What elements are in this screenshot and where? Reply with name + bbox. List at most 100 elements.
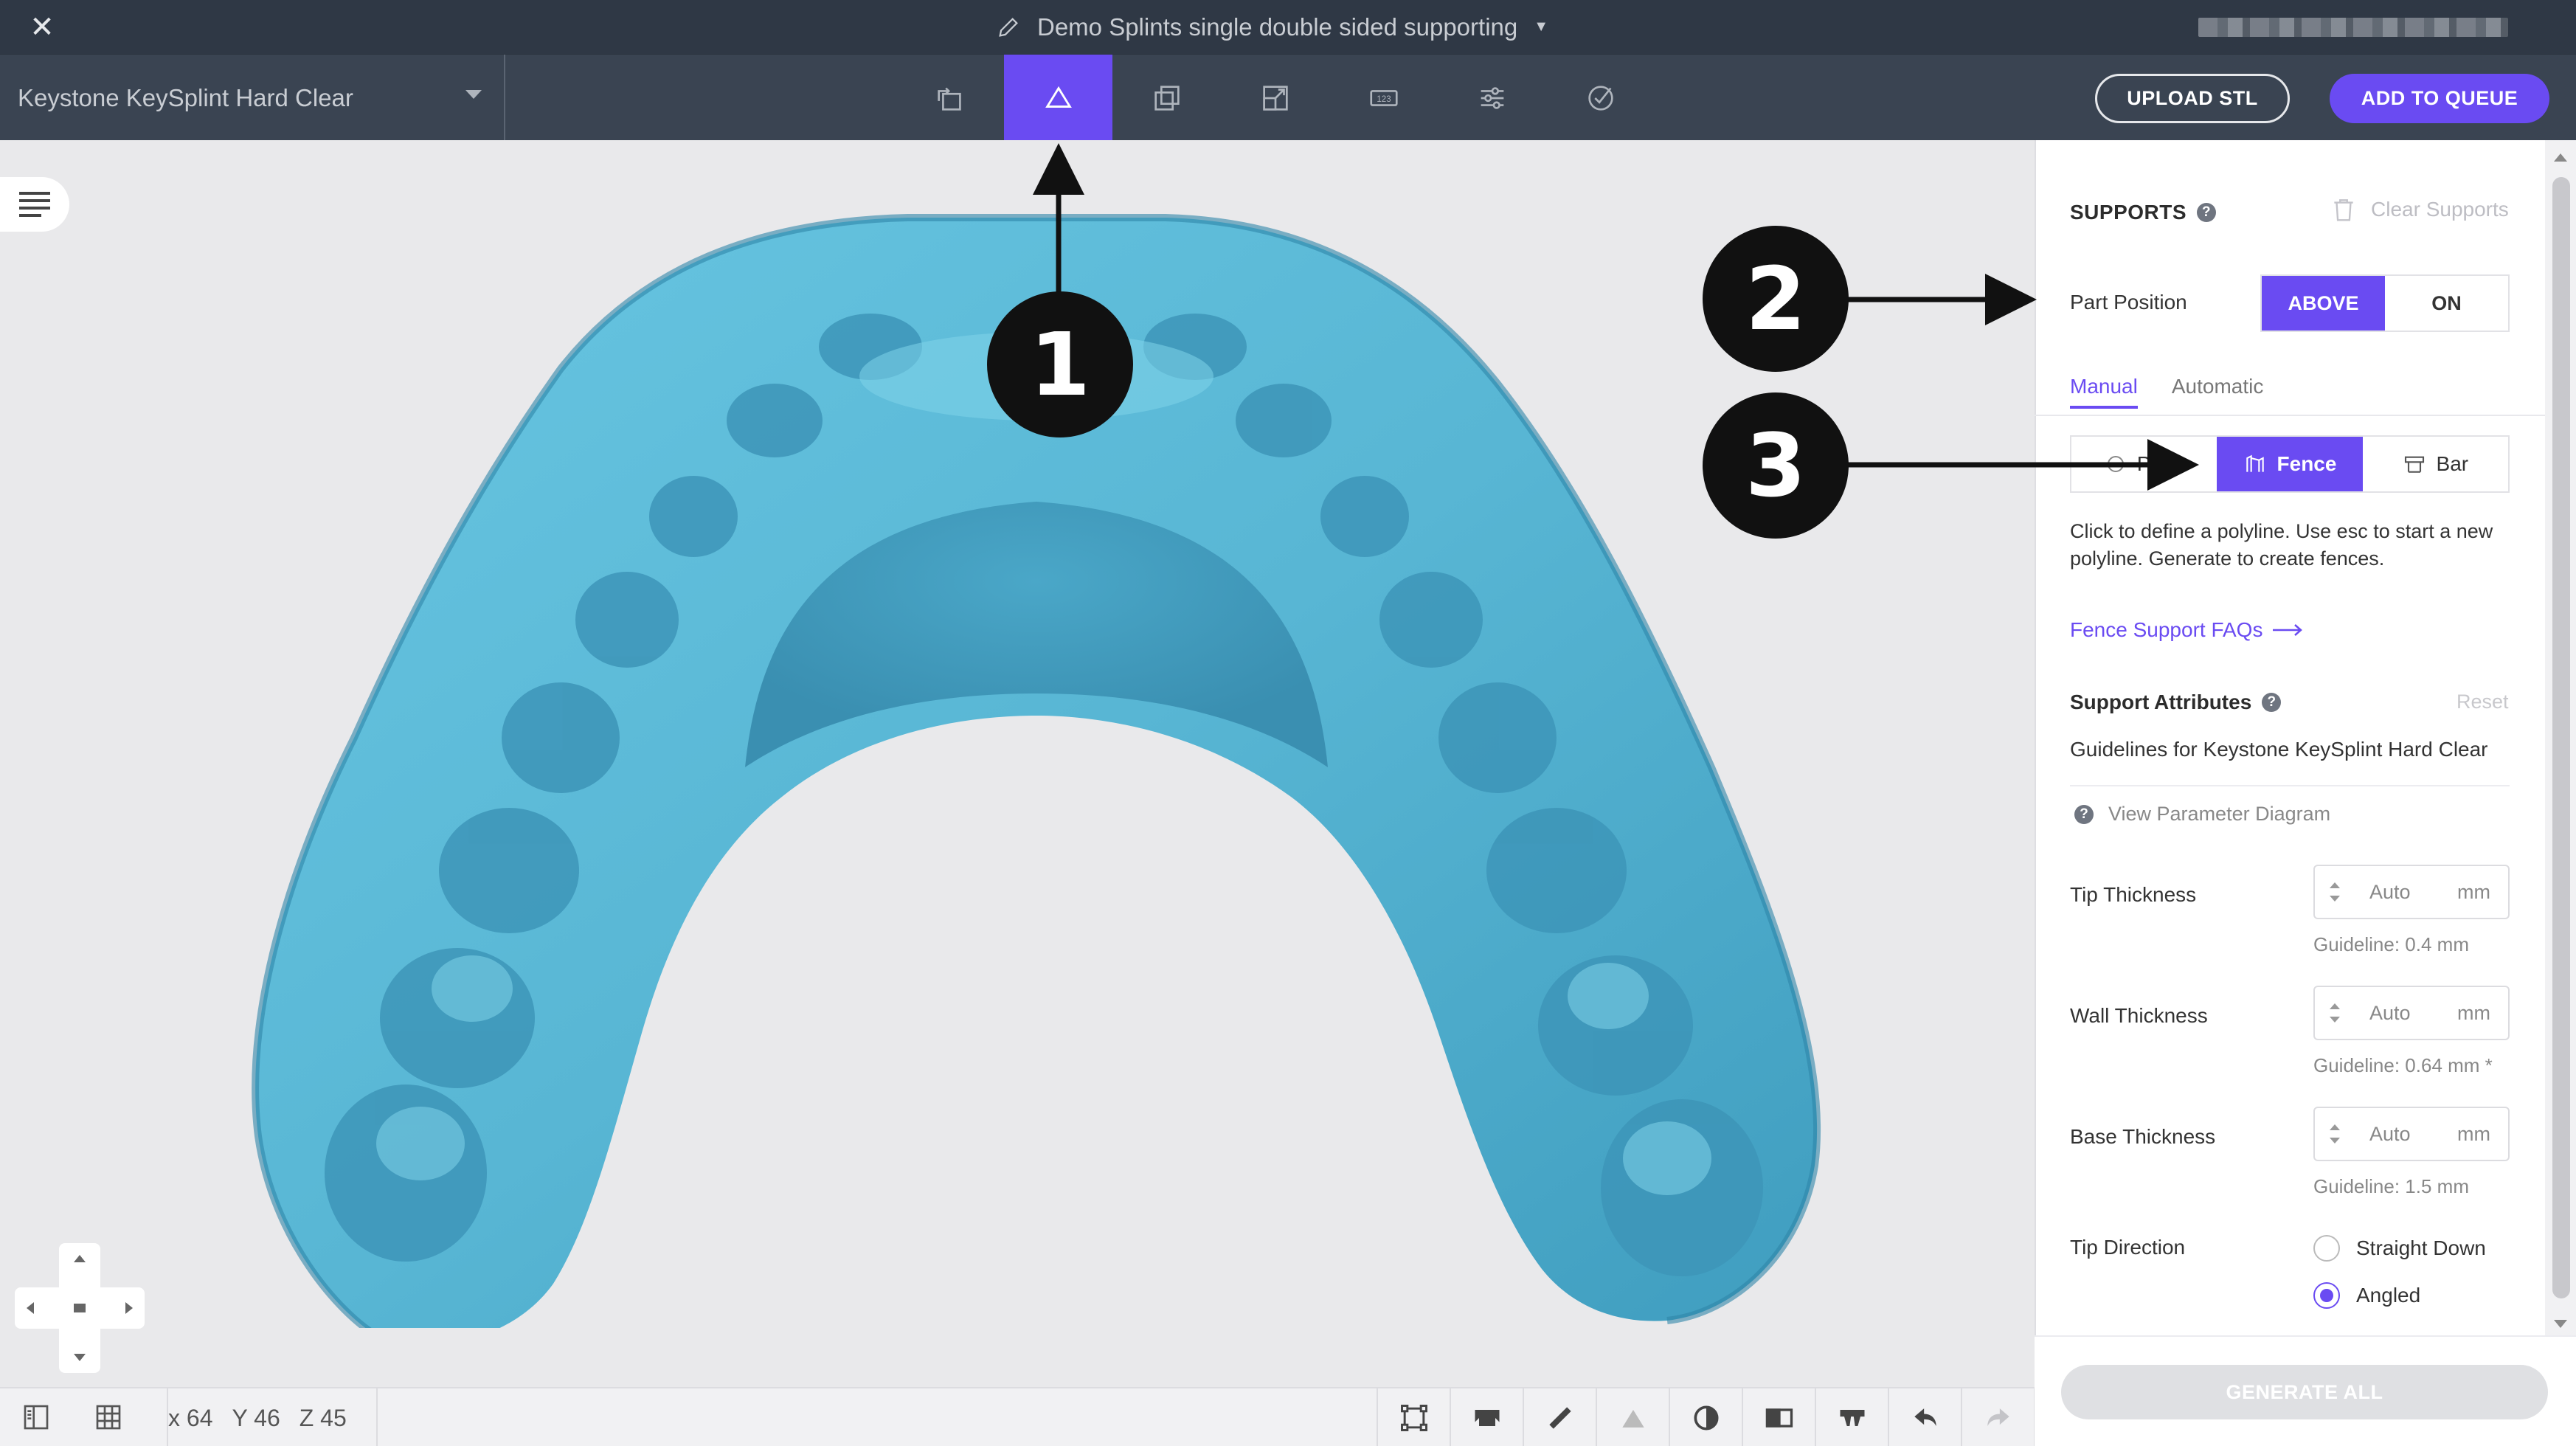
stepper-icon[interactable] xyxy=(2315,1124,2355,1144)
workflow-tools: 123 xyxy=(896,55,1655,141)
orient-tool-button[interactable] xyxy=(896,55,1004,141)
wall-thickness-value: Auto xyxy=(2369,1001,2411,1024)
material-select[interactable]: Keystone KeySplint Hard Clear xyxy=(0,55,505,141)
type-bar-button[interactable]: Bar xyxy=(2363,437,2508,491)
view-parameter-diagram-link[interactable]: ? View Parameter Diagram xyxy=(2074,803,2330,826)
section-view-button[interactable] xyxy=(1743,1388,1816,1446)
close-icon[interactable]: ✕ xyxy=(25,10,59,44)
main-toolbar: Keystone KeySplint Hard Clear 123 UPLOAD… xyxy=(0,54,2576,141)
measure-button[interactable] xyxy=(1524,1388,1597,1446)
contrast-icon xyxy=(1694,1405,1718,1431)
scroll-thumb[interactable] xyxy=(2552,177,2570,1298)
orient-icon xyxy=(937,87,961,111)
stepper-icon[interactable] xyxy=(2315,882,2355,902)
coord-x: x 64 xyxy=(168,1404,213,1431)
view-tools xyxy=(1377,1388,2035,1446)
position-on-button[interactable]: ON xyxy=(2385,276,2508,331)
wall-thickness-input[interactable]: Auto mm xyxy=(2313,986,2510,1040)
help-icon[interactable]: ? xyxy=(2262,693,2282,712)
title-bar: ✕ Demo Splints single double sided suppo… xyxy=(0,0,2576,54)
tip-thickness-input[interactable]: Auto mm xyxy=(2313,865,2510,919)
tray-icon xyxy=(1475,1410,1499,1426)
bar-icon xyxy=(2404,456,2424,473)
build-plate-view-button[interactable] xyxy=(1451,1388,1524,1446)
help-icon[interactable]: ? xyxy=(2197,203,2217,222)
fit-view-button[interactable] xyxy=(1378,1388,1451,1446)
panel-scrollbar[interactable] xyxy=(2545,140,2576,1335)
annotation-badge-3: 3 xyxy=(1703,392,1849,539)
support-attributes-heading: Support Attributes ? xyxy=(2070,691,2282,714)
scroll-down-icon[interactable] xyxy=(2554,1320,2567,1328)
label-tool-button[interactable]: 123 xyxy=(1329,55,1438,141)
type-point-button[interactable]: Point xyxy=(2071,437,2217,491)
tab-automatic[interactable]: Automatic xyxy=(2172,375,2264,398)
overhang-icon xyxy=(1621,1410,1644,1428)
panel-toggle-icon[interactable] xyxy=(18,1399,55,1436)
annotation-badge-2: 2 xyxy=(1703,226,1849,372)
layers-menu-button[interactable] xyxy=(0,177,69,232)
tip-direction-straight-radio[interactable]: Straight Down xyxy=(2313,1235,2486,1262)
trash-icon xyxy=(2334,199,2353,221)
overhang-button[interactable] xyxy=(1597,1388,1670,1446)
label-icon: 123 xyxy=(1369,89,1398,106)
part-position-toggle: ABOVE ON xyxy=(2260,274,2510,332)
upload-stl-button[interactable]: UPLOAD STL xyxy=(2095,74,2290,123)
radio-unchecked-icon xyxy=(2313,1235,2340,1262)
ruler-icon xyxy=(1548,1407,1571,1429)
support-attributes-title: Support Attributes xyxy=(2070,691,2252,713)
supports-heading: SUPPORTS ? xyxy=(2070,201,2217,224)
fit-view-icon xyxy=(1400,1405,1427,1431)
annotation-badge-1: 1 xyxy=(987,291,1133,437)
guidelines-text: Guidelines for Keystone KeySplint Hard C… xyxy=(2070,738,2488,761)
redo-button[interactable] xyxy=(1962,1388,2035,1446)
base-thickness-guideline: Guideline: 1.5 mm xyxy=(2313,1175,2469,1197)
point-icon xyxy=(2107,456,2124,472)
menu-lines-icon xyxy=(19,187,50,221)
add-to-queue-button[interactable]: ADD TO QUEUE xyxy=(2330,74,2549,123)
view-parameter-diagram-label: View Parameter Diagram xyxy=(2108,803,2331,825)
grid-view-icon[interactable] xyxy=(90,1399,127,1436)
reset-button[interactable]: Reset xyxy=(2456,691,2509,713)
clear-supports-button[interactable]: Clear Supports xyxy=(2330,195,2509,224)
stepper-icon[interactable] xyxy=(2315,1003,2355,1023)
tip-direction-angled-radio[interactable]: Angled xyxy=(2313,1282,2420,1309)
document-title[interactable]: Demo Splints single double sided support… xyxy=(996,0,1548,54)
fence-icon xyxy=(2246,454,2264,472)
svg-text:123: 123 xyxy=(1377,94,1391,103)
base-thickness-input[interactable]: Auto mm xyxy=(2313,1107,2510,1161)
splint-icon xyxy=(1840,1410,1864,1426)
print-settings-tool-button[interactable] xyxy=(1438,55,1546,141)
coord-z: Z 45 xyxy=(299,1404,347,1431)
undo-button[interactable] xyxy=(1889,1388,1962,1446)
tip-thickness-value: Auto xyxy=(2369,880,2411,903)
chevron-down-icon xyxy=(465,90,482,99)
base-thickness-label: Base Thickness xyxy=(2070,1125,2216,1148)
fence-faq-label: Fence Support FAQs xyxy=(2070,618,2263,641)
support-type-toggle: Point Fence Bar xyxy=(2070,435,2510,493)
undo-icon xyxy=(1914,1408,1936,1426)
wall-thickness-guideline: Guideline: 0.64 mm * xyxy=(2313,1054,2493,1076)
position-above-button[interactable]: ABOVE xyxy=(2262,276,2385,331)
splint-view-button[interactable] xyxy=(1816,1388,1889,1446)
part-position-label: Part Position xyxy=(2070,291,2187,314)
tip-thickness-unit: mm xyxy=(2457,880,2490,903)
type-fence-button[interactable]: Fence xyxy=(2217,437,2363,491)
scroll-up-icon[interactable] xyxy=(2554,153,2567,162)
duplicate-tool-button[interactable] xyxy=(1112,55,1221,141)
supports-tool-button[interactable] xyxy=(1004,55,1112,141)
supports-icon xyxy=(1045,86,1072,108)
generate-all-button[interactable]: GENERATE ALL xyxy=(2061,1365,2548,1419)
help-icon: ? xyxy=(2074,804,2094,824)
tip-thickness-label: Tip Thickness xyxy=(2070,883,2197,906)
scale-tool-button[interactable] xyxy=(1221,55,1329,141)
clear-supports-label: Clear Supports xyxy=(2371,198,2509,221)
coord-y: Y 46 xyxy=(232,1404,280,1431)
review-tool-button[interactable] xyxy=(1546,55,1655,141)
tab-manual[interactable]: Manual xyxy=(2070,375,2138,398)
view-navigation-pad[interactable] xyxy=(15,1243,145,1373)
scale-icon xyxy=(1262,85,1288,111)
account-info-blurred[interactable] xyxy=(2198,18,2508,37)
radio-checked-icon xyxy=(2313,1282,2340,1309)
fence-faq-link[interactable]: Fence Support FAQs xyxy=(2070,618,2304,642)
contrast-button[interactable] xyxy=(1670,1388,1743,1446)
